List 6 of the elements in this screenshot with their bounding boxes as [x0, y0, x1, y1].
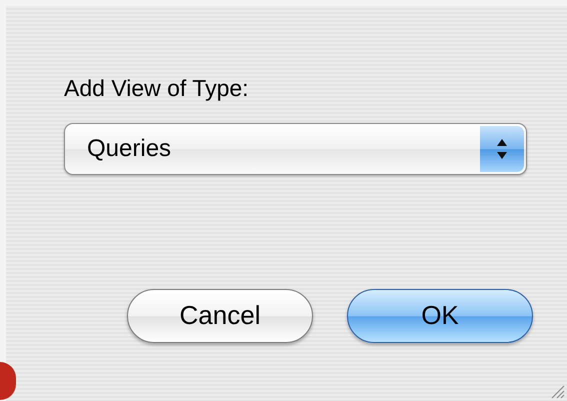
stepper-arrows-icon [496, 136, 508, 161]
cancel-button[interactable]: Cancel [127, 288, 313, 343]
resize-grip-icon[interactable] [549, 383, 565, 399]
field-label: Add View of Type: [64, 74, 250, 103]
ok-button[interactable]: OK [347, 288, 533, 343]
type-popup[interactable]: Queries [64, 122, 527, 175]
